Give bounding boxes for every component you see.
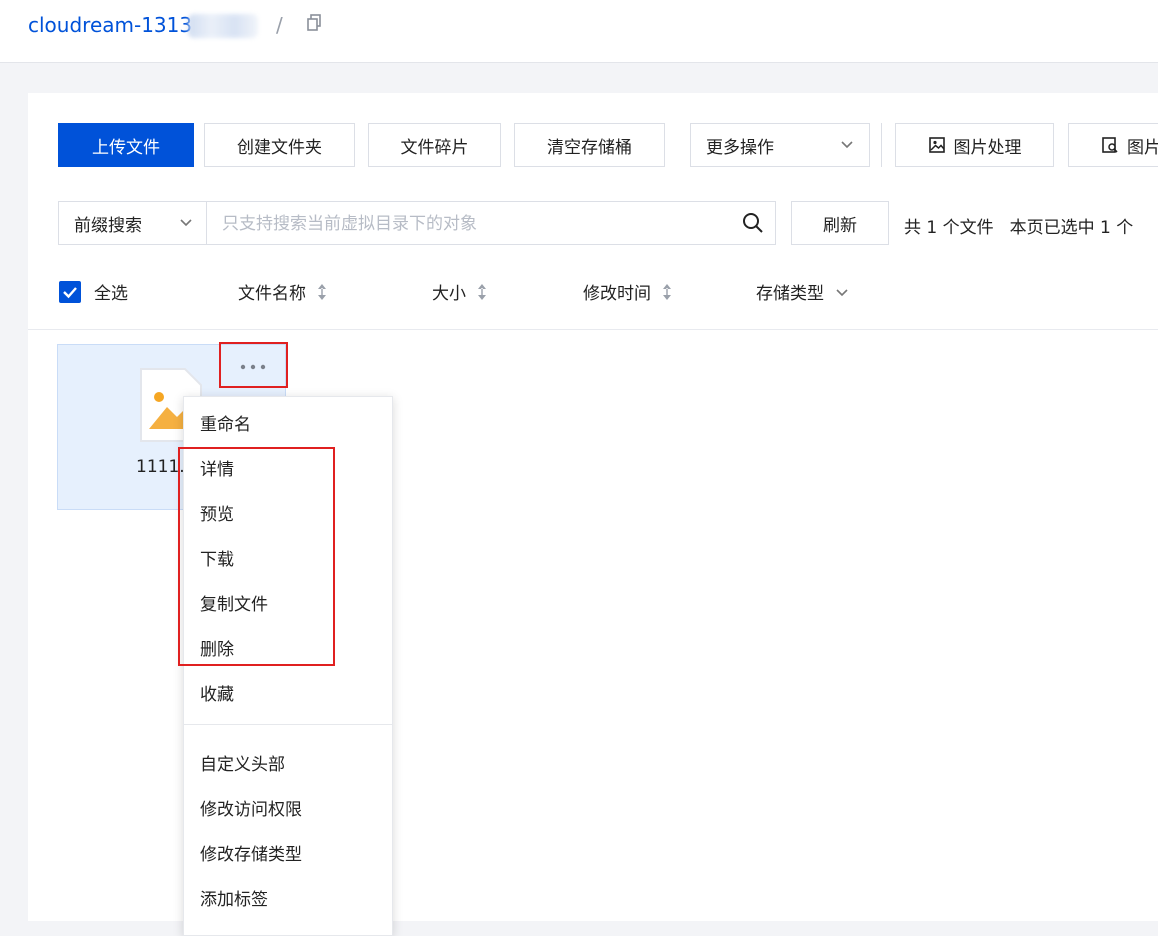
toolbar-divider [881,123,882,167]
create-folder-button[interactable]: 创建文件夹 [204,123,355,167]
menu-item-rename[interactable]: 重命名 [200,410,251,435]
breadcrumb-separator: / [276,13,283,37]
menu-item-storage-class[interactable]: 修改存储类型 [200,840,302,865]
more-actions-dropdown[interactable]: 更多操作 [690,123,870,167]
refresh-label: 刷新 [823,215,857,236]
redacted-bucket-suffix [188,14,258,38]
image-process-button[interactable]: 图片处理 [895,123,1054,167]
selection-summary: 共 1 个文件 本页已选中 1 个 [904,213,1133,238]
chevron-down-icon [841,141,853,149]
file-fragments-button[interactable]: 文件碎片 [368,123,501,167]
upload-file-button[interactable]: 上传文件 [58,123,194,167]
search-icon[interactable] [741,211,765,235]
search-group: 前缀搜索 [58,201,776,246]
image-more-button[interactable]: 图片 [1068,123,1158,167]
upload-file-label: 上传文件 [92,137,160,158]
select-all-label[interactable]: 全选 [94,279,128,304]
chevron-down-icon [180,219,192,227]
highlight-menu-items [178,447,335,666]
search-input[interactable] [208,202,744,246]
select-all-checkbox[interactable] [59,281,81,303]
total-files-text: 共 1 个文件 [904,218,994,238]
menu-item-add-tag[interactable]: 添加标签 [200,885,268,910]
storage-class-column-header[interactable]: 存储类型 [756,279,850,304]
image-more-label: 图片 [1127,137,1158,158]
refresh-button[interactable]: 刷新 [791,201,889,245]
menu-item-favorite[interactable]: 收藏 [200,680,234,705]
image-icon [928,137,945,153]
name-column-label: 文件名称 [238,284,306,304]
selected-count-text: 本页已选中 1 个 [1009,218,1134,238]
name-column-header[interactable]: 文件名称 [238,279,328,304]
copy-icon[interactable] [306,14,322,32]
menu-item-access-permission[interactable]: 修改访问权限 [200,795,302,820]
prefix-search-select[interactable]: 前缀搜索 [59,202,207,244]
file-list-panel: 上传文件 创建文件夹 文件碎片 清空存储桶 更多操作 图片处理 图片 前缀搜索 … [28,93,1158,936]
storage-class-column-label: 存储类型 [756,284,824,304]
sort-icon [318,283,326,300]
modified-time-column-label: 修改时间 [583,284,651,304]
create-folder-label: 创建文件夹 [237,137,322,158]
bucket-name-link[interactable]: cloudream-1313 [28,12,192,38]
highlight-more-button [219,342,288,388]
more-actions-label: 更多操作 [706,137,774,158]
modified-time-column-header[interactable]: 修改时间 [583,279,673,304]
prefix-search-label: 前缀搜索 [74,215,142,236]
clear-bucket-label: 清空存储桶 [547,137,632,158]
file-fragments-label: 文件碎片 [400,137,469,158]
image-search-icon [1102,137,1118,153]
size-column-label: 大小 [432,284,466,304]
chevron-down-icon [836,288,848,296]
menu-divider [184,724,392,725]
check-icon [63,287,77,299]
clear-bucket-button[interactable]: 清空存储桶 [514,123,665,167]
header-divider [28,329,1158,330]
size-column-header[interactable]: 大小 [432,279,488,304]
image-process-label: 图片处理 [953,137,1022,158]
menu-item-custom-headers[interactable]: 自定义头部 [200,750,285,775]
sort-icon [478,283,486,300]
sort-icon [663,283,671,300]
top-bar: cloudream-1313 / [0,0,1158,63]
